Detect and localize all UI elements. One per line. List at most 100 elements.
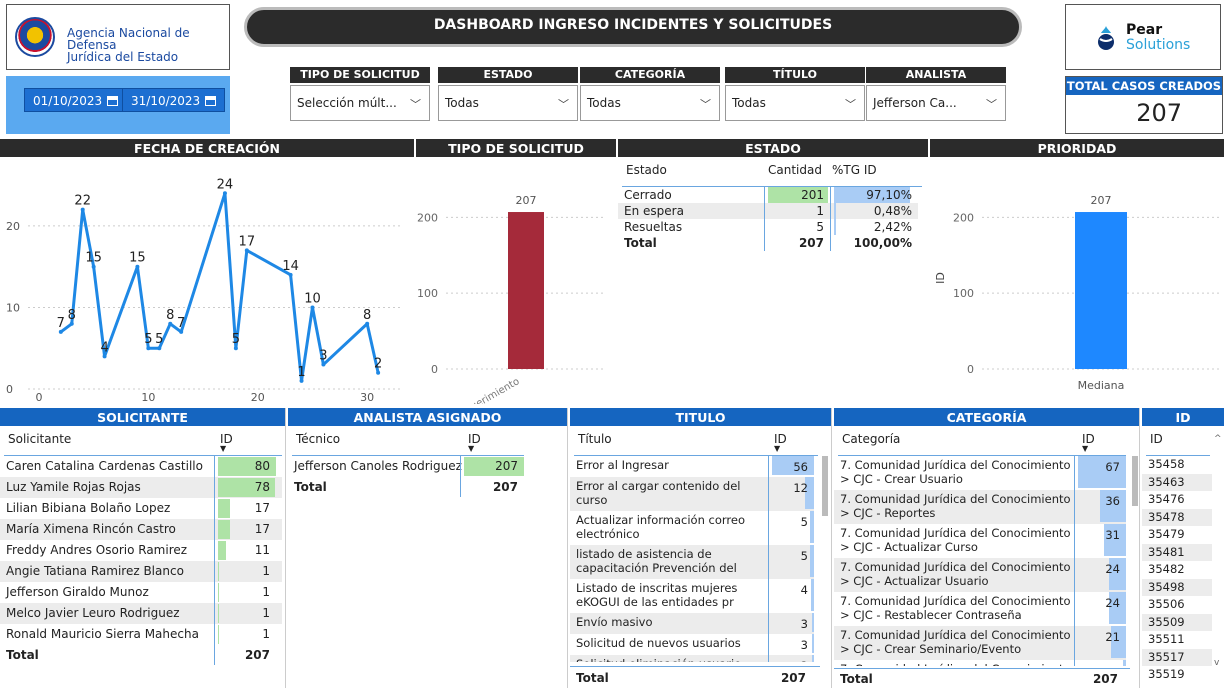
id-row[interactable]: 35481 bbox=[1142, 543, 1212, 561]
end-date-input[interactable]: 31/10/2023 bbox=[122, 88, 226, 112]
row-label-line2: capacitación Prevención del bbox=[576, 561, 737, 575]
id-row[interactable]: 35509 bbox=[1142, 613, 1212, 631]
filter-dropdown[interactable]: Todas ﹀ bbox=[580, 85, 720, 121]
categoria-scrollbar[interactable] bbox=[1132, 456, 1138, 506]
id-column-header[interactable]: ID ▼ bbox=[774, 432, 787, 453]
filter-dropdown[interactable]: Todas ﹀ bbox=[725, 85, 865, 121]
y-tick-label: 200 bbox=[953, 211, 974, 224]
calendar-icon[interactable] bbox=[107, 96, 119, 106]
row-value: 2 bbox=[772, 659, 808, 662]
table-row[interactable]: 7. Comunidad Jurídica del Conocimiento > … bbox=[834, 490, 1126, 524]
bar[interactable] bbox=[1075, 212, 1127, 369]
total-pct: 100,00% bbox=[853, 236, 912, 250]
column-header[interactable]: Técnico bbox=[296, 432, 340, 446]
estado-qty: 5 bbox=[816, 220, 824, 234]
titulo-panel: TITULO Título ID ▼ Error al Ingresar 56 Err… bbox=[570, 408, 832, 688]
id-row[interactable]: 35463 bbox=[1142, 473, 1212, 491]
table-row[interactable]: Jefferson Canoles Rodriguez 207 bbox=[288, 456, 530, 477]
filter-dropdown[interactable]: Jefferson Ca... ﹀ bbox=[866, 85, 1006, 121]
table-row[interactable]: 7. Comunidad Jurídica del Conocimiento > … bbox=[834, 592, 1126, 626]
table-row[interactable]: Error al Ingresar 56 bbox=[570, 456, 814, 477]
tipo-solicitud-bar-chart[interactable]: 0 100 200 207 Requerimiento bbox=[416, 157, 616, 422]
column-header[interactable]: Solicitante bbox=[8, 432, 71, 446]
id-row[interactable]: 35479 bbox=[1142, 526, 1212, 543]
column-header[interactable]: Estado bbox=[626, 163, 667, 177]
column-header[interactable]: ID bbox=[1150, 432, 1163, 446]
id-column-header[interactable]: ID ▼ bbox=[468, 432, 481, 453]
date-range-slicer: 01/10/2023 31/10/2023 bbox=[6, 76, 230, 134]
estado-row[interactable]: En espera 1 0,48% bbox=[618, 203, 918, 219]
id-row[interactable]: 35478 bbox=[1142, 508, 1212, 526]
table-row[interactable]: Listado de inscritas mujeres eKOGUI de la… bbox=[570, 579, 814, 613]
id-row[interactable]: 35482 bbox=[1142, 561, 1212, 578]
sort-desc-icon[interactable]: ▼ bbox=[1082, 445, 1095, 453]
table-row[interactable]: Jefferson Giraldo Munoz 1 bbox=[0, 582, 282, 603]
table-row[interactable]: Ronald Mauricio Sierra Mahecha 1 bbox=[0, 624, 282, 645]
column-header[interactable]: Título bbox=[578, 432, 612, 446]
prioridad-bar-chart[interactable]: 0 100 200 207 Mediana ID bbox=[930, 157, 1224, 404]
table-row[interactable]: Actualizar información correo electrónico… bbox=[570, 511, 814, 545]
panel-title: TITULO bbox=[570, 408, 831, 426]
filter-value: Selección múlt... bbox=[297, 96, 397, 110]
id-row[interactable]: 35511 bbox=[1142, 631, 1212, 648]
y-tick-label: 0 bbox=[6, 383, 13, 396]
filter-dropdown[interactable]: Todas ﹀ bbox=[438, 85, 578, 121]
bar[interactable] bbox=[508, 212, 544, 369]
id-row[interactable]: 35498 bbox=[1142, 578, 1212, 596]
table-row[interactable]: Solicitud de nuevos usuarios 3 bbox=[570, 634, 814, 655]
table-row[interactable]: Error al cargar contenido del curso 12 bbox=[570, 477, 814, 511]
sort-desc-icon[interactable]: ▼ bbox=[774, 445, 787, 453]
fecha-creacion-line-chart[interactable]: 010200 10 20 307822154155 5872451714110382 bbox=[0, 157, 414, 404]
table-row[interactable]: 7. Comunidad Jurídica del Conocimiento > … bbox=[834, 626, 1126, 660]
filter-label: TÍTULO bbox=[725, 67, 865, 83]
data-label: 7 bbox=[177, 316, 185, 331]
column-header[interactable]: %TG ID bbox=[832, 163, 877, 177]
table-row[interactable]: Luz Yamile Rojas Rojas 78 bbox=[0, 477, 282, 498]
row-label: Jefferson Canoles Rodriguez bbox=[294, 459, 462, 473]
table-row[interactable]: 7. Comunidad Jurídica del Conocimiento > … bbox=[834, 524, 1126, 558]
table-row[interactable]: listado de asistencia de capacitación Pre… bbox=[570, 545, 814, 579]
chevron-down-icon: ﹀ bbox=[986, 98, 997, 111]
table-row[interactable]: Melco Javier Leuro Rodriguez 1 bbox=[0, 603, 282, 624]
sort-desc-icon[interactable]: ▼ bbox=[468, 445, 481, 453]
calendar-icon[interactable] bbox=[205, 96, 217, 106]
agency-name: Agencia Nacional de Defensa Jurídica del… bbox=[67, 27, 229, 63]
table-row[interactable]: Solicitud eliminación usuario2 bbox=[570, 655, 814, 662]
row-value: 1 bbox=[262, 627, 270, 641]
scroll-down-icon[interactable]: v bbox=[1214, 658, 1219, 668]
filter-analista: ANALISTA Jefferson Ca... ﹀ bbox=[866, 67, 1006, 121]
table-row[interactable]: María Ximena Rincón Castro 17 bbox=[0, 519, 282, 540]
titulo-scrollbar[interactable] bbox=[822, 456, 828, 516]
id-panel: ID ID 35458 35463 35476 35478 35479 35481 3548… bbox=[1142, 408, 1224, 688]
table-row[interactable]: Envío masivo 3 bbox=[570, 613, 814, 634]
scroll-up-icon[interactable]: ^ bbox=[1214, 434, 1222, 444]
id-row[interactable]: 35506 bbox=[1142, 596, 1212, 613]
id-row[interactable]: 35519 bbox=[1142, 666, 1212, 683]
id-row[interactable]: 35517 bbox=[1142, 648, 1212, 666]
total-cases-value: 207 bbox=[1136, 99, 1182, 127]
table-row[interactable]: Lilian Bibiana Bolaño Lopez 17 bbox=[0, 498, 282, 519]
start-date-value: 01/10/2023 bbox=[33, 94, 103, 108]
start-date-input[interactable]: 01/10/2023 bbox=[24, 88, 128, 112]
id-row[interactable]: 35476 bbox=[1142, 491, 1212, 508]
column-header[interactable]: Cantidad bbox=[768, 163, 822, 177]
sort-desc-icon[interactable]: ▼ bbox=[220, 445, 233, 453]
estado-pct: 2,42% bbox=[873, 220, 912, 234]
filter-label: ESTADO bbox=[438, 67, 578, 83]
id-column-header[interactable]: ID ▼ bbox=[1082, 432, 1095, 453]
table-row[interactable]: Caren Catalina Cardenas Castillo 80 bbox=[0, 456, 282, 477]
chevron-down-icon: ﹀ bbox=[558, 98, 569, 111]
table-row[interactable]: Freddy Andres Osorio Ramirez 11 bbox=[0, 540, 282, 561]
table-row[interactable]: Angie Tatiana Ramirez Blanco 1 bbox=[0, 561, 282, 582]
estado-row[interactable]: Cerrado 201 97,10% bbox=[618, 187, 918, 203]
estado-row[interactable]: Resueltas 5 2,42% bbox=[618, 219, 918, 235]
table-row[interactable]: 7. Comunidad Jurídica del Conocimiento4 bbox=[834, 660, 1126, 666]
id-row[interactable]: 35458 bbox=[1142, 456, 1212, 473]
id-column-header[interactable]: ID ▼ bbox=[220, 432, 233, 453]
column-header[interactable]: Categoría bbox=[842, 432, 900, 446]
filter-dropdown[interactable]: Selección múlt... ﹀ bbox=[290, 85, 430, 121]
table-row[interactable]: 7. Comunidad Jurídica del Conocimiento > … bbox=[834, 558, 1126, 592]
table-row[interactable]: 7. Comunidad Jurídica del Conocimiento > … bbox=[834, 456, 1126, 490]
filter-label: TIPO DE SOLICITUD bbox=[290, 67, 430, 83]
row-value: 24 bbox=[1105, 562, 1120, 576]
